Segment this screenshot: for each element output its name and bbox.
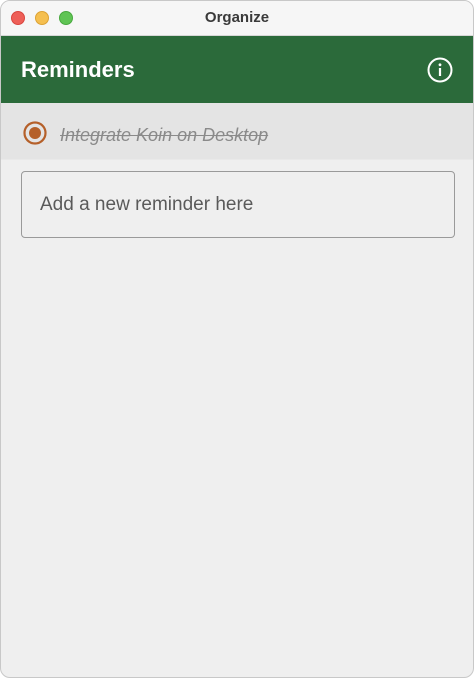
app-bar: Reminders: [1, 36, 473, 103]
new-reminder-input[interactable]: [21, 171, 455, 238]
reminder-item[interactable]: Integrate Koin on Desktop: [1, 103, 473, 160]
reminder-list: Integrate Koin on Desktop: [1, 103, 473, 160]
info-button[interactable]: [427, 57, 453, 83]
app-window: Organize Reminders Integrate Koin on Des…: [0, 0, 474, 678]
info-circle-icon: [427, 57, 453, 83]
radio-selected-icon: [23, 121, 47, 145]
window-titlebar[interactable]: Organize: [1, 1, 473, 36]
reminder-checkbox[interactable]: [23, 121, 47, 145]
window-title: Organize: [204, 9, 270, 26]
reminder-text: Integrate Koin on Desktop: [60, 125, 269, 145]
page-title: Reminders: [21, 57, 135, 82]
